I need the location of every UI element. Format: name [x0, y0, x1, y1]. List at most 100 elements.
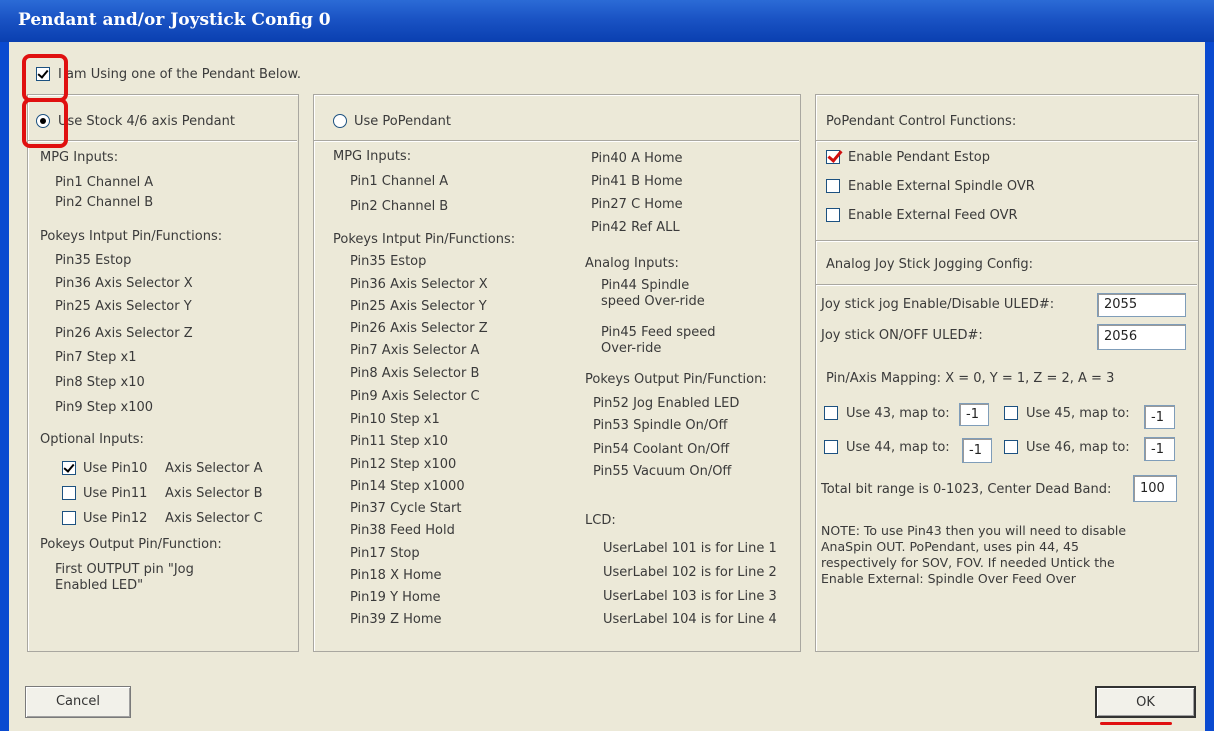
- lcd-line-item: UserLabel 104 is for Line 4: [603, 612, 777, 627]
- popendant-mpg-item: Pin1 Channel A: [350, 174, 449, 189]
- lcd-heading: LCD:: [585, 513, 616, 528]
- popendant-pokeys-heading: Pokeys Intput Pin/Functions:: [333, 232, 516, 247]
- popendant-home-pin: Pin41 B Home: [591, 174, 683, 189]
- divider: [28, 140, 297, 142]
- popendant-output-item: Pin55 Vacuum On/Off: [593, 464, 732, 479]
- optional-pin-function: Axis Selector C: [165, 511, 263, 526]
- note-line: AnaSpin OUT. PoPendant, uses pin 44, 45: [821, 539, 1079, 554]
- popendant-radio[interactable]: [333, 114, 347, 128]
- stock-mpg-item: Pin2 Channel B: [55, 195, 154, 210]
- divider: [314, 140, 799, 142]
- map-46-input[interactable]: -1: [1144, 437, 1175, 461]
- title-bar[interactable]: Pendant and/or Joystick Config 0: [0, 0, 1214, 42]
- popendant-home-pin: Pin42 Ref ALL: [591, 220, 680, 235]
- popendant-output-heading: Pokeys Output Pin/Function:: [585, 372, 767, 387]
- popendant-pin-item: Pin37 Cycle Start: [350, 501, 462, 516]
- map-43-input[interactable]: -1: [959, 403, 989, 426]
- stock-pin-item: Pin7 Step x1: [55, 350, 137, 365]
- joystick-enable-label: Joy stick jog Enable/Disable ULED#:: [821, 297, 1055, 312]
- divider: [816, 140, 1197, 142]
- lcd-line-item: UserLabel 102 is for Line 2: [603, 565, 777, 580]
- stock-output-text: Enabled LED": [55, 578, 144, 593]
- control-function-label: Enable Pendant Estop: [848, 150, 991, 165]
- optional-pin-label: Use Pin12: [83, 511, 148, 526]
- popendant-pin-item: Pin9 Axis Selector C: [350, 389, 480, 404]
- lcd-line-item: UserLabel 101 is for Line 1: [603, 541, 777, 556]
- annotation-underline: [1100, 722, 1172, 725]
- analog-input-text: Pin44 Spindle: [601, 278, 690, 293]
- popendant-pin-item: Pin19 Y Home: [350, 590, 441, 605]
- map-label: Use 44, map to:: [846, 440, 950, 455]
- map-label: Use 46, map to:: [1026, 440, 1130, 455]
- use-46-checkbox[interactable]: [1004, 440, 1018, 454]
- optional-inputs-heading: Optional Inputs:: [40, 432, 144, 447]
- map-44-input[interactable]: -1: [962, 438, 992, 463]
- stock-mpg-item: Pin1 Channel A: [55, 175, 154, 190]
- joystick-heading: Analog Joy Stick Jogging Config:: [826, 257, 1034, 272]
- popendant-pin-item: Pin26 Axis Selector Z: [350, 321, 488, 336]
- control-function-label: Enable External Spindle OVR: [848, 179, 1035, 194]
- pin-axis-mapping-text: Pin/Axis Mapping: X = 0, Y = 1, Z = 2, A…: [826, 371, 1115, 386]
- window-frame-right: [1205, 42, 1214, 731]
- stock-pokeys-heading: Pokeys Intput Pin/Functions:: [40, 229, 223, 244]
- stock-pin-item: Pin8 Step x10: [55, 375, 145, 390]
- stock-pendant-radio-label: Use Stock 4/6 axis Pendant: [58, 114, 235, 129]
- use-pin11-checkbox[interactable]: [62, 486, 76, 500]
- window-title: Pendant and/or Joystick Config 0: [18, 10, 331, 30]
- joystick-enable-uled-input[interactable]: 2055: [1097, 293, 1186, 317]
- analog-input-text: Pin45 Feed speed: [601, 325, 716, 340]
- ok-button[interactable]: OK: [1095, 686, 1196, 718]
- map-label: Use 45, map to:: [1026, 406, 1130, 421]
- enable-feed-ovr-checkbox[interactable]: [826, 208, 840, 222]
- control-function-label: Enable External Feed OVR: [848, 208, 1018, 223]
- popendant-pin-item: Pin38 Feed Hold: [350, 523, 455, 538]
- popendant-output-item: Pin52 Jog Enabled LED: [593, 396, 740, 411]
- use-pin12-checkbox[interactable]: [62, 511, 76, 525]
- optional-pin-label: Use Pin10: [83, 461, 148, 476]
- enable-pendant-estop-checkbox[interactable]: [826, 150, 840, 164]
- use-45-checkbox[interactable]: [1004, 406, 1018, 420]
- dead-band-input[interactable]: 100: [1133, 475, 1177, 502]
- map-label: Use 43, map to:: [846, 406, 950, 421]
- use-43-checkbox[interactable]: [824, 406, 838, 420]
- stock-pin-item: Pin25 Axis Selector Y: [55, 299, 192, 314]
- popendant-home-pin: Pin27 C Home: [591, 197, 683, 212]
- popendant-pin-item: Pin25 Axis Selector Y: [350, 299, 487, 314]
- popendant-mpg-heading: MPG Inputs:: [333, 149, 412, 164]
- optional-pin-function: Axis Selector A: [165, 461, 263, 476]
- map-45-input[interactable]: -1: [1144, 405, 1175, 429]
- stock-pin-item: Pin35 Estop: [55, 253, 132, 268]
- using-pendant-label: I am Using one of the Pendant Below.: [58, 67, 302, 82]
- popendant-pin-item: Pin14 Step x1000: [350, 479, 465, 494]
- popendant-pin-item: Pin36 Axis Selector X: [350, 277, 488, 292]
- analog-input-text: Over-ride: [601, 341, 662, 356]
- stock-pin-item: Pin26 Axis Selector Z: [55, 326, 193, 341]
- note-line: NOTE: To use Pin43 then you will need to…: [821, 523, 1127, 538]
- joystick-onoff-uled-input[interactable]: 2056: [1097, 324, 1186, 350]
- popendant-home-pin: Pin40 A Home: [591, 151, 683, 166]
- popendant-pin-item: Pin7 Axis Selector A: [350, 343, 480, 358]
- use-44-checkbox[interactable]: [824, 440, 838, 454]
- annotation-circle: [22, 98, 68, 148]
- dead-band-label: Total bit range is 0-1023, Center Dead B…: [821, 482, 1112, 497]
- cancel-button[interactable]: Cancel: [25, 686, 131, 718]
- stock-pin-item: Pin9 Step x100: [55, 400, 154, 415]
- popendant-mpg-item: Pin2 Channel B: [350, 199, 449, 214]
- analog-inputs-heading: Analog Inputs:: [585, 256, 679, 271]
- stock-output-text: First OUTPUT pin "Jog: [55, 562, 194, 577]
- control-functions-heading: PoPendant Control Functions:: [826, 114, 1017, 129]
- stock-output-heading: Pokeys Output Pin/Function:: [40, 537, 222, 552]
- divider: [816, 284, 1197, 286]
- joystick-onoff-label: Joy stick ON/OFF ULED#:: [821, 328, 983, 343]
- window-frame-left: [0, 42, 9, 731]
- popendant-output-item: Pin53 Spindle On/Off: [593, 418, 728, 433]
- popendant-radio-label: Use PoPendant: [354, 114, 451, 129]
- popendant-output-item: Pin54 Coolant On/Off: [593, 442, 730, 457]
- popendant-pin-item: Pin8 Axis Selector B: [350, 366, 480, 381]
- use-pin10-checkbox[interactable]: [62, 461, 76, 475]
- popendant-pin-item: Pin39 Z Home: [350, 612, 442, 627]
- optional-pin-function: Axis Selector B: [165, 486, 263, 501]
- dialog-window: Pendant and/or Joystick Config 0 I am Us…: [0, 0, 1214, 731]
- enable-spindle-ovr-checkbox[interactable]: [826, 179, 840, 193]
- lcd-line-item: UserLabel 103 is for Line 3: [603, 589, 777, 604]
